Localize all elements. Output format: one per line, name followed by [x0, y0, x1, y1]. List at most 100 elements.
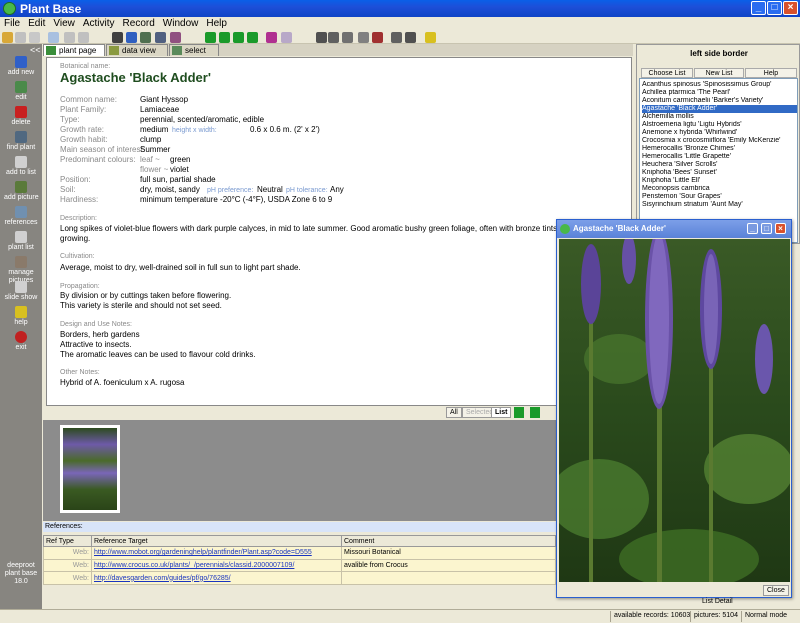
column-header[interactable]: Ref Type: [43, 535, 92, 547]
plant-list-item[interactable]: Acanthus spinosus 'Spinosissimus Group': [642, 81, 797, 89]
ref-link[interactable]: http://www.mobot.org/gardeninghelp/plant…: [94, 549, 312, 556]
help-button[interactable]: help: [4, 306, 38, 330]
help-icon[interactable]: [425, 32, 436, 43]
print-icon[interactable]: [29, 32, 40, 43]
field-label: Growth rate:: [60, 125, 105, 134]
new-icon[interactable]: [15, 32, 26, 43]
first-list-icon[interactable]: [514, 407, 524, 418]
mode-indicator: Normal mode: [745, 612, 788, 619]
delete-button[interactable]: delete: [4, 106, 38, 130]
edit-button[interactable]: edit: [4, 81, 38, 105]
edit-icon[interactable]: [140, 32, 151, 43]
plant-list-button[interactable]: plant list: [4, 231, 38, 255]
tab-data-view[interactable]: data view: [106, 44, 168, 56]
table-row[interactable]: Web: http://www.mobot.org/gardeninghelp/…: [43, 546, 556, 560]
field-value: minimum temperature -20°C (-4°F), USDA Z…: [140, 195, 333, 204]
palette-icon[interactable]: [372, 32, 383, 43]
column-icon[interactable]: [316, 32, 327, 43]
add-to-list-button[interactable]: add to list: [4, 156, 38, 180]
previous-record-icon[interactable]: [219, 32, 230, 43]
plant-list-item[interactable]: Kniphofia 'Bees' Sunset': [642, 169, 797, 177]
minimize-button[interactable]: _: [751, 1, 766, 15]
all-button[interactable]: All: [446, 407, 462, 418]
collapse-panel-button[interactable]: <<: [30, 45, 41, 55]
slide-show-button[interactable]: slide show: [4, 281, 38, 305]
menu-edit[interactable]: Edit: [24, 17, 49, 30]
size-value: 0.6 x 0.6 m. (2' x 2'): [250, 125, 320, 134]
copy-icon[interactable]: [48, 32, 59, 43]
ref-type: Web:: [43, 546, 92, 560]
field-value: medium: [140, 125, 169, 134]
forward-icon[interactable]: [281, 32, 292, 43]
menu-record[interactable]: Record: [119, 17, 159, 30]
close-button[interactable]: ×: [783, 1, 798, 15]
add-picture-button[interactable]: add picture: [4, 181, 39, 205]
image-window-titlebar[interactable]: Agastache 'Black Adder' _ □ ×: [557, 220, 791, 238]
print-preview-icon[interactable]: [391, 32, 402, 43]
menu-file[interactable]: File: [0, 17, 24, 30]
column-header[interactable]: Reference Target: [91, 535, 342, 547]
plant-list-item[interactable]: Alstroemeria ligtu 'Ligtu Hybrids': [642, 121, 797, 129]
list-detail-label[interactable]: List Detail: [702, 598, 733, 605]
open-icon[interactable]: [2, 32, 13, 43]
menu-help[interactable]: Help: [202, 17, 231, 30]
back-icon[interactable]: [266, 32, 277, 43]
field-label: Type:: [60, 115, 80, 124]
catalog-icon[interactable]: [342, 32, 353, 43]
plant-list-item[interactable]: Sisyrinchium striatum 'Aunt May': [642, 201, 797, 209]
exit-button[interactable]: exit: [4, 331, 38, 355]
manage-pictures-button[interactable]: manage pictures: [4, 256, 38, 284]
plant-list-item[interactable]: Crocosmia x crocosmiiflora 'Emily McKenz…: [642, 137, 797, 145]
plant-list-item[interactable]: Penstemon 'Sour Grapes': [642, 193, 797, 201]
plant-list-item[interactable]: Alchemilla mollis: [642, 113, 797, 121]
ref-link[interactable]: http://www.crocus.co.uk/plants/_/perenni…: [94, 562, 294, 569]
next-record-icon[interactable]: [233, 32, 244, 43]
minimize-button[interactable]: _: [747, 223, 758, 234]
find-icon[interactable]: [155, 32, 166, 43]
plant-list-item[interactable]: Aconitum carmichaelii 'Barker's Variety': [642, 97, 797, 105]
picture-icon[interactable]: [170, 32, 181, 43]
add-new-button[interactable]: add new: [4, 56, 38, 80]
choose-list-tab[interactable]: Choose List: [641, 68, 693, 78]
delete-icon[interactable]: [112, 32, 123, 43]
plant-list-item[interactable]: Hemerocallis 'Little Grapette': [642, 153, 797, 161]
close-button[interactable]: ×: [775, 223, 786, 234]
maximize-button[interactable]: □: [767, 1, 782, 15]
menu-window[interactable]: Window: [159, 17, 203, 30]
list-button[interactable]: List: [491, 407, 512, 418]
maximize-button[interactable]: □: [761, 223, 772, 234]
plant-list-item[interactable]: Heuchera 'Silver Scrolls': [642, 161, 797, 169]
cut-icon[interactable]: [64, 32, 75, 43]
plant-list-item[interactable]: Hemerocallis 'Bronze Chimes': [642, 145, 797, 153]
list-help-tab[interactable]: Help: [745, 68, 797, 78]
botanical-name-label: Botanical name:: [60, 63, 111, 70]
find-plant-button[interactable]: find plant: [4, 131, 38, 155]
tools-icon[interactable]: [405, 32, 416, 43]
plant-list-item[interactable]: Agastache 'Black Adder': [642, 105, 797, 113]
last-record-icon[interactable]: [247, 32, 258, 43]
tab-select[interactable]: select: [169, 44, 219, 56]
plant-list-item[interactable]: Anemone x hybrida 'Whirlwind': [642, 129, 797, 137]
first-record-icon[interactable]: [205, 32, 216, 43]
plant-list-item[interactable]: Achillea ptarmica 'The Pearl': [642, 89, 797, 97]
menu-activity[interactable]: Activity: [79, 17, 119, 30]
references-button[interactable]: references: [4, 206, 38, 230]
add-icon[interactable]: [126, 32, 137, 43]
previous-list-icon[interactable]: [530, 407, 540, 418]
column-header[interactable]: Comment: [341, 535, 556, 547]
plant-thumbnail[interactable]: [60, 425, 120, 513]
plant-list-item[interactable]: Meconopsis cambrica: [642, 185, 797, 193]
paste-icon[interactable]: [78, 32, 89, 43]
image-close-button[interactable]: Close: [763, 585, 789, 596]
list-add-icon: [15, 156, 27, 168]
ref-link[interactable]: http://davesgarden.com/guides/pf/go/7628…: [94, 575, 231, 582]
plant-list-item[interactable]: Kniphofia 'Little Ell': [642, 177, 797, 185]
table-row[interactable]: Web: http://www.crocus.co.uk/plants/_/pe…: [43, 558, 556, 573]
menu-view[interactable]: View: [49, 17, 79, 30]
new-list-tab[interactable]: New List: [694, 68, 744, 78]
tab-plant-page[interactable]: plant page: [43, 44, 105, 56]
table-row[interactable]: Web: http://davesgarden.com/guides/pf/go…: [43, 571, 556, 585]
list-icon[interactable]: [358, 32, 369, 43]
book-icon[interactable]: [328, 32, 339, 43]
references-header: References:: [43, 522, 633, 532]
